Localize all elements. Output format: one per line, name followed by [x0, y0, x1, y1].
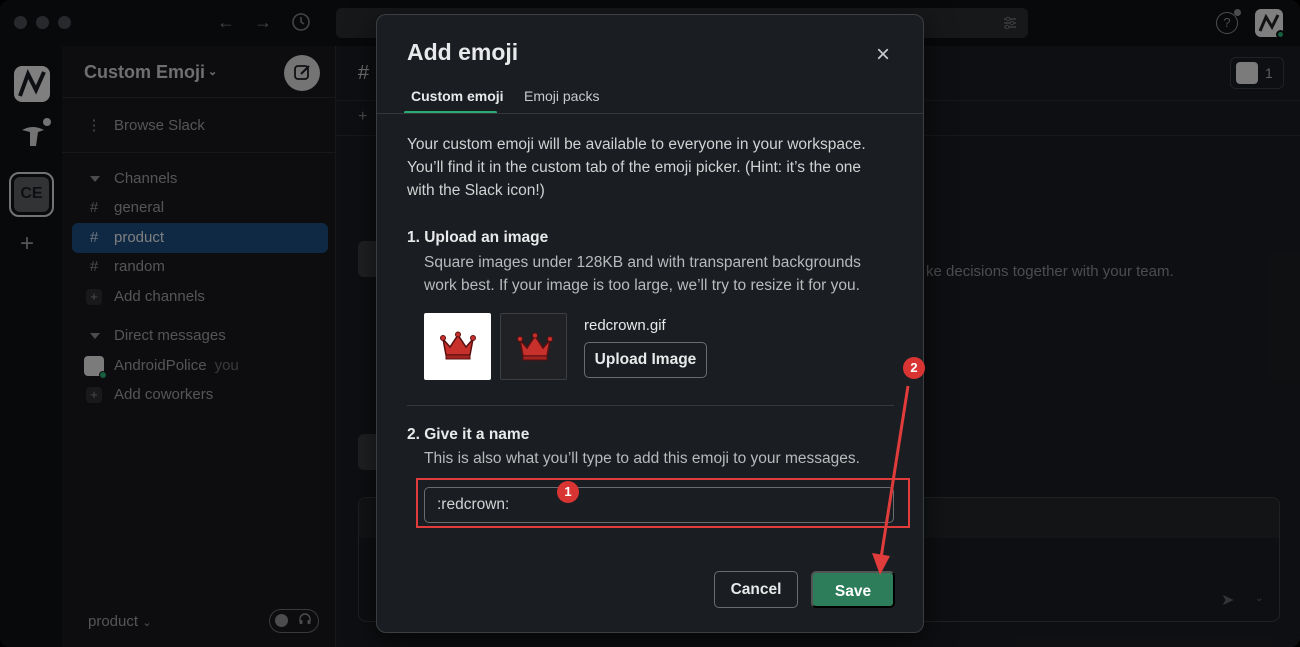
annotation-badge-1: 1: [557, 481, 579, 503]
annotation-arrow: [872, 385, 910, 575]
slack-window: ← → ? CE + Custom Emoji ⌄ ⋮ Browse Slack…: [0, 0, 1300, 647]
annotation-badge-2: 2: [903, 357, 925, 379]
